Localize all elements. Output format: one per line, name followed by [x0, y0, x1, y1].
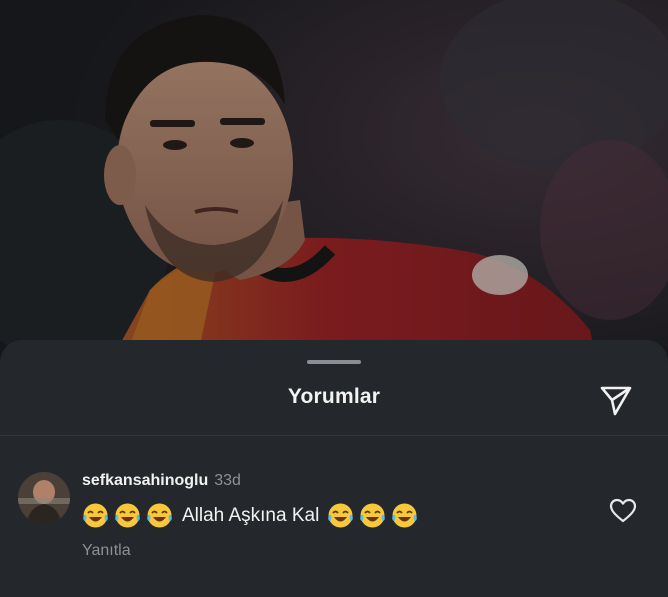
divider	[0, 435, 668, 436]
reply-button[interactable]: Yanıtla	[82, 542, 131, 560]
comments-sheet: Yorumlar sefkansahinoglu 33d Allah Aşkına…	[0, 340, 668, 597]
tears-of-joy-emoji-icon	[114, 502, 141, 529]
comment-time: 33d	[214, 472, 241, 489]
comment-body: Allah Aşkına Kal	[182, 504, 320, 526]
comment-username[interactable]: sefkansahinoglu	[82, 472, 208, 489]
send-icon[interactable]	[598, 382, 634, 418]
tears-of-joy-emoji-icon	[146, 502, 173, 529]
comment-header: sefkansahinoglu 33d	[82, 472, 241, 490]
background-photo	[0, 0, 668, 380]
avatar[interactable]	[18, 472, 70, 524]
tears-of-joy-emoji-icon	[82, 502, 109, 529]
comment-text: Allah Aşkına Kal	[82, 502, 423, 529]
heart-outline-icon[interactable]	[609, 498, 637, 524]
sheet-grabber[interactable]	[307, 360, 361, 364]
tears-of-joy-emoji-icon	[391, 502, 418, 529]
tears-of-joy-emoji-icon	[359, 502, 386, 529]
comment-item: sefkansahinoglu 33d Allah Aşkına Kal Yanı…	[0, 468, 668, 578]
sheet-title: Yorumlar	[287, 385, 381, 408]
tears-of-joy-emoji-icon	[327, 502, 354, 529]
